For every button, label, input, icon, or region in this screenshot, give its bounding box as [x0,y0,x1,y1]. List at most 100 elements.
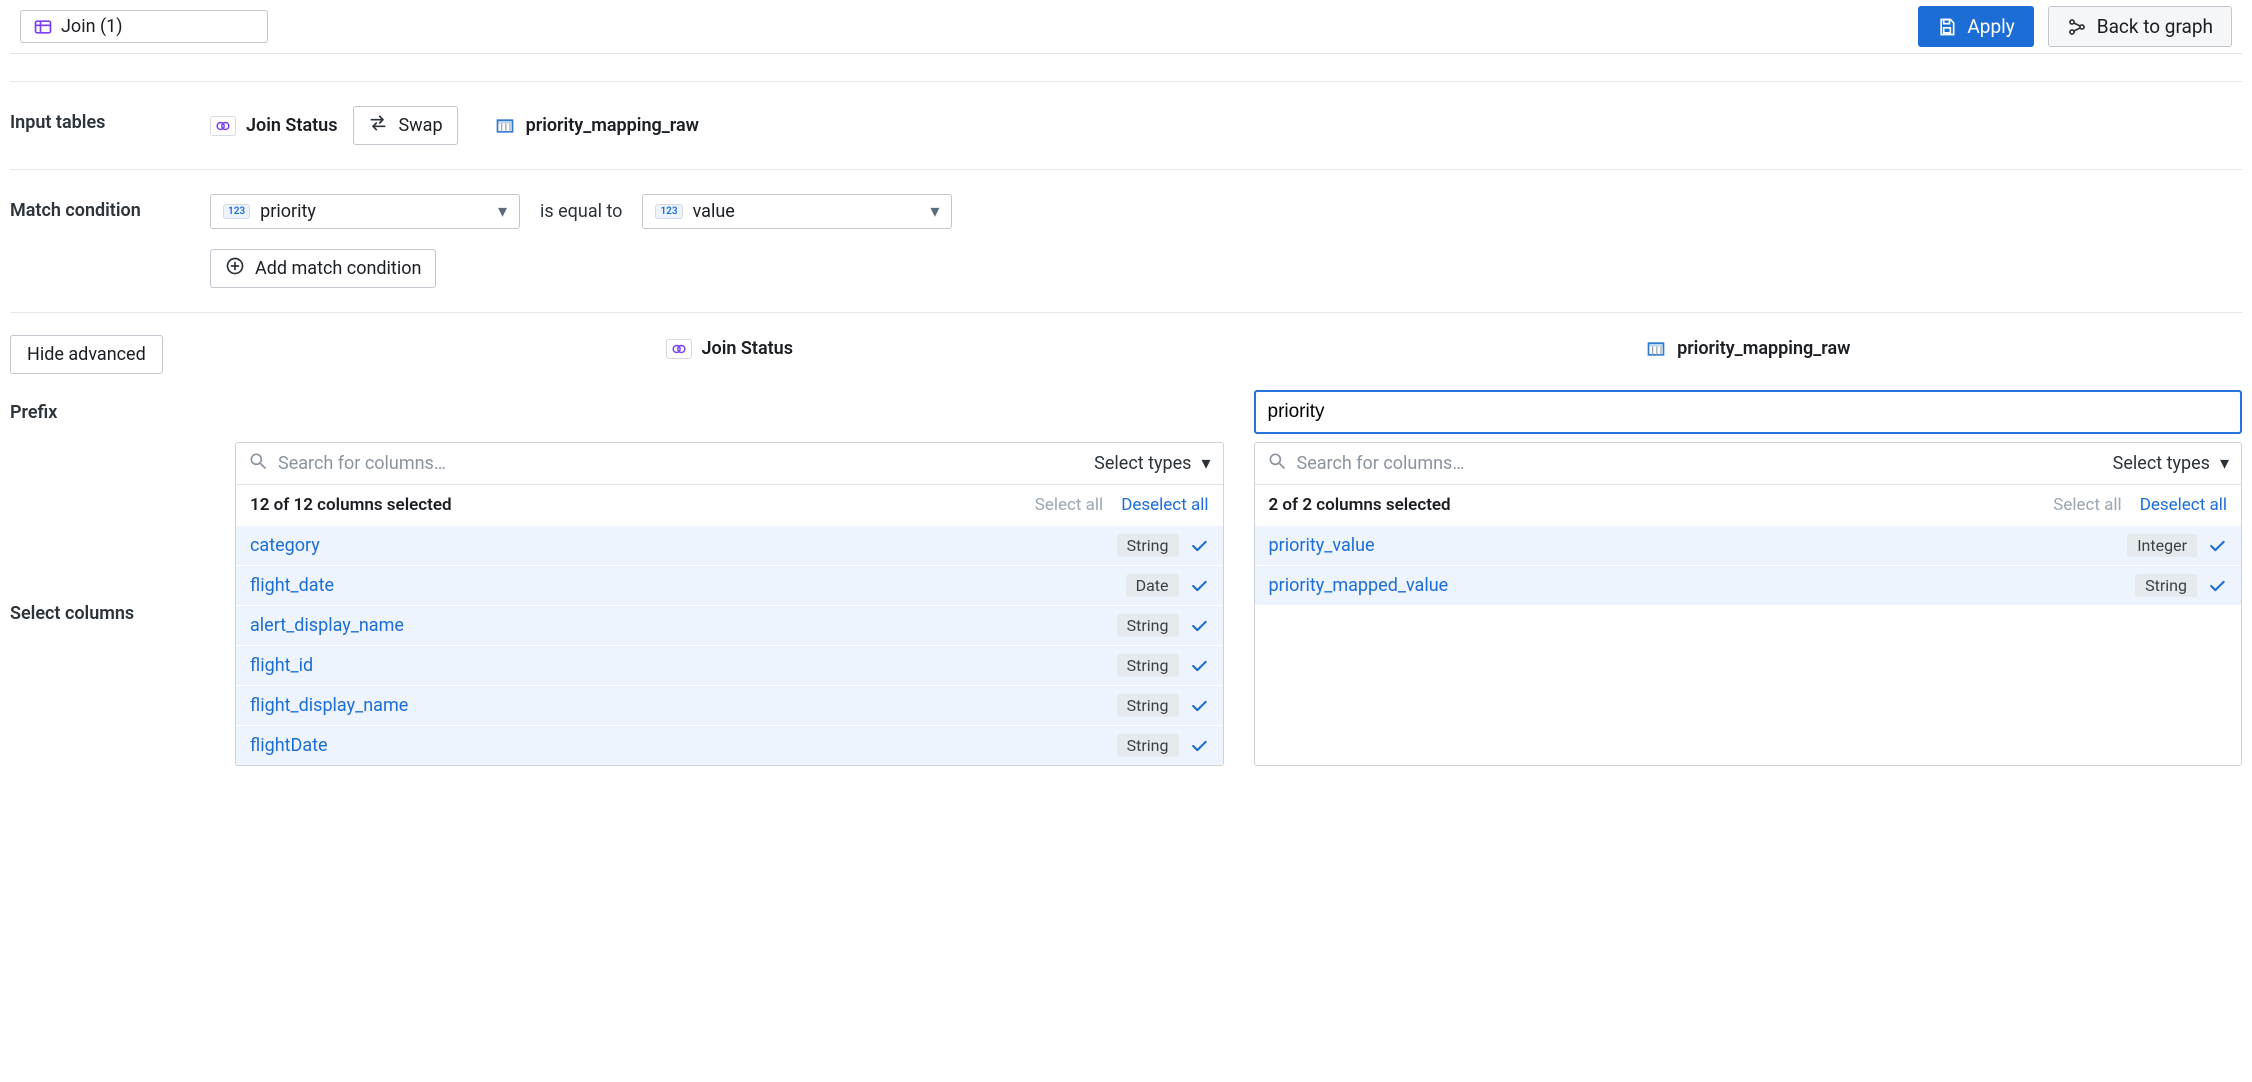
column-type-badge: String [1117,694,1179,717]
left-columns-panel: Search for columns… Select types ▾ 12 of… [235,442,1224,766]
layers-icon [666,339,692,359]
select-types-label: Select types [1094,453,1191,474]
column-type-badge: Date [1126,574,1179,597]
left-panel-title: Join Status [702,338,793,359]
check-icon [1189,576,1209,596]
column-row[interactable]: flight_date Date [236,565,1223,605]
apply-label: Apply [1967,15,2014,38]
column-row[interactable]: priority_value Integer [1255,525,2242,565]
column-row[interactable]: flight_display_name String [236,685,1223,725]
back-label: Back to graph [2097,15,2213,38]
column-name: priority_value [1269,535,1375,556]
hide-advanced-label: Hide advanced [27,344,146,365]
save-icon [1937,17,1957,37]
check-icon [1189,696,1209,716]
header-bar: Join (1) Apply Back to graph [10,0,2242,54]
left-count-label: 12 of 12 columns selected [250,495,452,515]
column-row[interactable]: flightDate String [236,725,1223,765]
check-icon [1189,616,1209,636]
column-name: flight_id [250,655,313,676]
match-relation-text: is equal to [540,201,622,222]
input-tables-section: Input tables Join Status Swap priority_m… [10,82,2242,170]
graph-icon [2067,17,2087,37]
left-search-input[interactable]: Search for columns… [278,453,446,474]
number-type-icon: 123 [223,204,250,219]
left-select-all[interactable]: Select all [1035,495,1103,515]
back-to-graph-button[interactable]: Back to graph [2048,6,2232,47]
right-deselect-all[interactable]: Deselect all [2140,495,2227,515]
left-deselect-all[interactable]: Deselect all [1121,495,1208,515]
input-tables-label: Input tables [10,106,200,145]
node-title-pill[interactable]: Join (1) [20,10,268,43]
swap-icon [368,113,388,138]
match-right-field-select[interactable]: 123 value ▾ [642,194,952,229]
check-icon [1189,736,1209,756]
right-prefix-input[interactable] [1254,390,2243,434]
check-icon [1189,656,1209,676]
check-icon [2207,536,2227,556]
layers-icon [210,116,236,136]
right-count-label: 2 of 2 columns selected [1269,495,1451,515]
column-name: priority_mapped_value [1269,575,1449,596]
column-type-badge: String [1117,534,1179,557]
column-name: flight_date [250,575,334,596]
right-table-name: priority_mapping_raw [526,115,699,136]
add-match-condition-button[interactable]: Add match condition [210,249,436,288]
column-name: flight_display_name [250,695,408,716]
join-icon [33,17,53,37]
swap-button[interactable]: Swap [353,106,457,145]
select-types-label: Select types [2113,453,2210,474]
column-type-badge: String [1117,734,1179,757]
right-search-input[interactable]: Search for columns… [1297,453,1465,474]
dataset-icon [494,116,516,136]
column-type-badge: String [1117,654,1179,677]
left-panel-header: Join Status [235,335,1224,374]
search-icon [248,451,268,476]
hide-advanced-button[interactable]: Hide advanced [10,335,163,374]
check-icon [1189,536,1209,556]
left-table-chip[interactable]: Join Status [210,115,337,136]
column-type-badge: String [1117,614,1179,637]
right-table-chip[interactable]: priority_mapping_raw [494,115,699,136]
dataset-icon [1645,339,1667,359]
plus-circle-icon [225,256,245,281]
column-name: category [250,535,320,556]
column-type-badge: String [2135,574,2197,597]
left-column-list[interactable]: category String flight_date Date alert_displ… [236,525,1223,765]
right-select-all[interactable]: Select all [2053,495,2121,515]
column-row[interactable]: flight_id String [236,645,1223,685]
swap-label: Swap [398,115,442,136]
chevron-down-icon: ▾ [930,201,939,222]
column-row[interactable]: alert_display_name String [236,605,1223,645]
columns-section: Hide advanced Join Status priority_mappi… [10,313,2242,766]
column-row[interactable]: priority_mapped_value String [1255,565,2242,605]
match-condition-label: Match condition [10,194,200,288]
chevron-down-icon: ▾ [1201,453,1210,474]
match-condition-section: Match condition 123 priority ▾ is equal … [10,170,2242,313]
right-panel-header: priority_mapping_raw [1254,335,2243,374]
column-name: alert_display_name [250,615,404,636]
right-panel-title: priority_mapping_raw [1677,338,1850,359]
column-type-badge: Integer [2127,534,2197,557]
chevron-down-icon: ▾ [2220,453,2229,474]
select-columns-label: Select columns [10,442,205,766]
node-title: Join (1) [61,16,123,37]
add-match-label: Add match condition [255,258,421,279]
match-right-field-value: value [693,201,735,222]
match-left-field-select[interactable]: 123 priority ▾ [210,194,520,229]
search-icon [1267,451,1287,476]
number-type-icon: 123 [655,204,682,219]
match-left-field-value: priority [260,201,316,222]
right-column-list[interactable]: priority_value Integer priority_mapped_val… [1255,525,2242,605]
right-columns-panel: Search for columns… Select types ▾ 2 of … [1254,442,2243,766]
column-row[interactable]: category String [236,525,1223,565]
right-select-types[interactable]: Select types ▾ [2113,453,2229,474]
column-name: flightDate [250,735,328,756]
left-prefix-empty [235,374,1224,416]
left-select-types[interactable]: Select types ▾ [1094,453,1210,474]
check-icon [2207,576,2227,596]
apply-button[interactable]: Apply [1918,6,2033,47]
chevron-down-icon: ▾ [498,201,507,222]
prefix-label: Prefix [10,374,205,442]
left-table-name: Join Status [246,115,337,136]
